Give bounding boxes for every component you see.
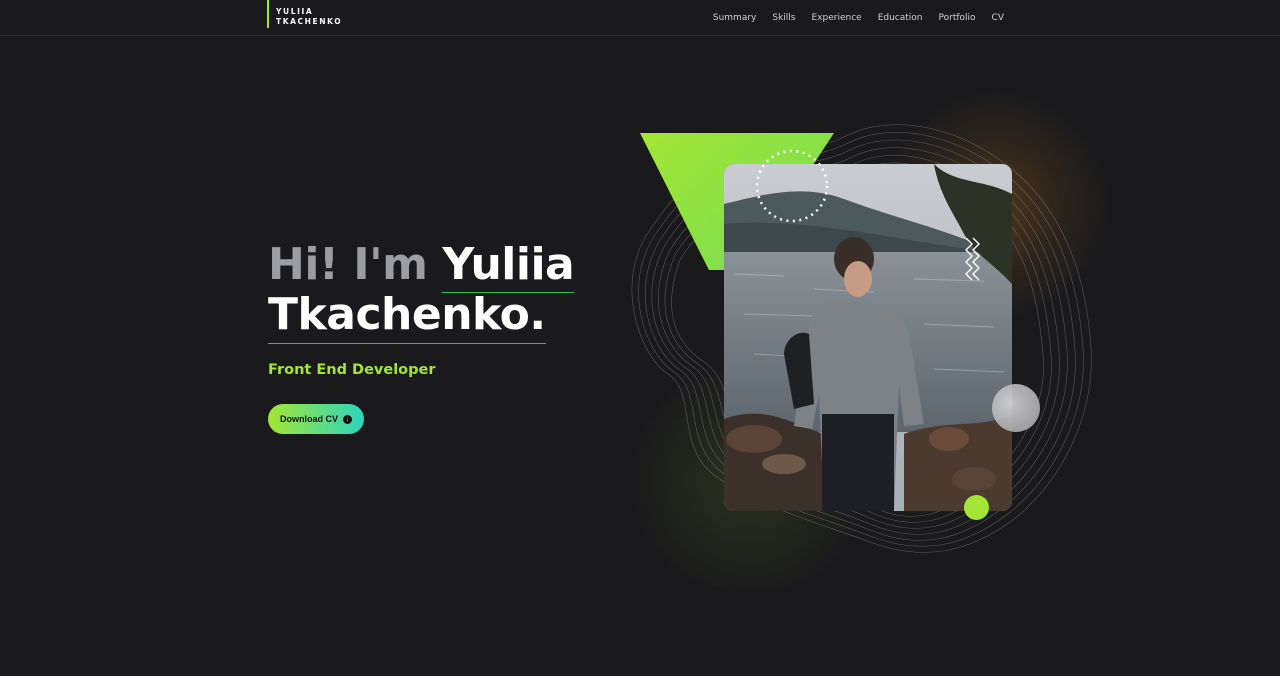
green-dot-decoration (964, 495, 989, 520)
logo-line-1: YULIIA (276, 7, 314, 16)
nav-link-education[interactable]: Education (878, 13, 923, 23)
dashed-circle-decoration (755, 149, 829, 223)
site-header: YULIIA TKACHENKO Summary Skills Experien… (0, 0, 1280, 36)
page: YULIIA TKACHENKO Summary Skills Experien… (0, 0, 1280, 676)
download-cv-label: Download CV (280, 414, 338, 424)
nav-link-experience[interactable]: Experience (812, 13, 862, 23)
logo[interactable]: YULIIA TKACHENKO (267, 0, 342, 28)
arrow-down-circle-icon: ↓ (343, 414, 352, 424)
zigzag-decoration (965, 237, 980, 281)
hero-title: Hi! I'm Yuliia Tkachenko. (268, 239, 575, 344)
nav-link-portfolio[interactable]: Portfolio (939, 13, 976, 23)
gray-circle-decoration (992, 384, 1040, 432)
download-cv-button[interactable]: Download CV ↓ (268, 404, 364, 434)
hero-first-name: Yuliia (442, 239, 575, 290)
main-nav: Summary Skills Experience Education Port… (713, 13, 1004, 23)
hero-role: Front End Developer (268, 362, 436, 378)
hero-last-name: Tkachenko. (268, 289, 546, 344)
hero-greeting: Hi! I'm (268, 239, 443, 290)
nav-link-skills[interactable]: Skills (772, 13, 795, 23)
logo-line-2: TKACHENKO (276, 17, 343, 26)
hero-visual (620, 90, 1110, 590)
nav-link-cv[interactable]: CV (992, 13, 1004, 23)
nav-link-summary[interactable]: Summary (713, 13, 757, 23)
